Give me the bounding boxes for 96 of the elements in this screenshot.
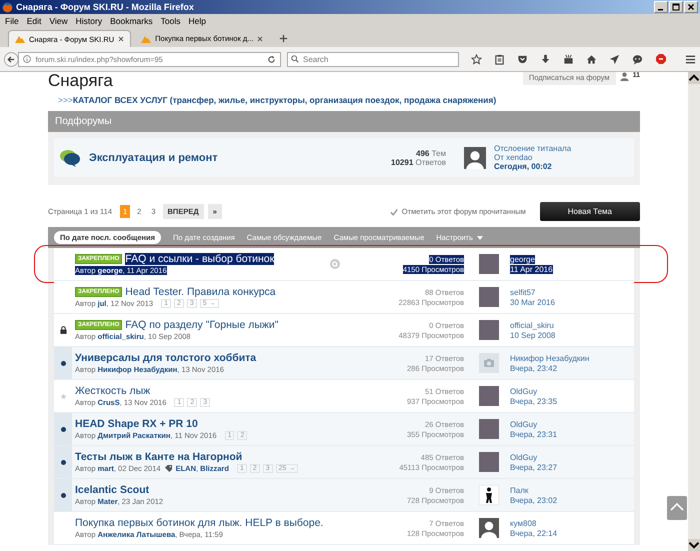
last-post-date[interactable]: Вчера, 22:14 [510, 528, 558, 538]
photo-placeholder [479, 287, 499, 307]
menu-item[interactable]: Edit [26, 16, 42, 26]
last-post-date[interactable]: Вчера, 23:35 [510, 396, 558, 406]
last-topic-link[interactable]: Отслоение титанала [494, 144, 629, 153]
topic-title-link[interactable]: Универсалы для толстого хоббита [75, 352, 256, 364]
speech-bubbles-icon [59, 148, 81, 166]
window-title: Снаряга - Форум SKI.RU - Mozilla Firefox [16, 2, 195, 12]
last-poster-link[interactable]: george [510, 254, 535, 264]
maximize-button[interactable] [669, 1, 683, 13]
last-poster-link[interactable]: кум808 [510, 518, 536, 528]
photo-placeholder [479, 320, 499, 340]
home-icon[interactable] [586, 54, 597, 64]
last-poster-link[interactable]: official_skiru [510, 320, 554, 330]
last-poster-link[interactable]: Палк [510, 486, 528, 494]
topic-title-link[interactable]: FAQ и ссылки - выбор ботинок [125, 253, 274, 265]
last-post-date[interactable]: Вчера, 23:02 [510, 496, 558, 504]
lock-icon [60, 326, 66, 334]
forum-title: Снаряга [48, 72, 114, 90]
topic-count: 496 Тем [416, 148, 446, 158]
camera-avatar-icon [479, 353, 499, 373]
last-post-date[interactable]: Вчера, 23:27 [510, 462, 558, 472]
star-icon [60, 392, 66, 400]
last-poster-link[interactable]: selfit57 [510, 288, 536, 296]
topic-title-link[interactable]: Покупка первых ботинок для лыж. HELP в выборе. [75, 517, 324, 529]
menu-item[interactable]: Help [188, 16, 206, 26]
topic-title-link[interactable]: Тесты лыж в Канте на Нагорной [75, 451, 242, 463]
catalog-link[interactable]: >>>КАТАЛОГ ВСЕХ УСЛУГ (трансфер, жилье, инструкторы, организация поездок, продажа снаряжения) [58, 95, 496, 105]
menu-item[interactable]: Tools [160, 16, 180, 26]
last-poster-link[interactable]: От xendao [494, 153, 629, 162]
close-tab-icon[interactable] [118, 36, 124, 42]
figure-avatar-icon [479, 485, 499, 505]
photo-placeholder [479, 254, 499, 274]
topic-title-link[interactable]: FAQ по разделу "Горные лыжи" [125, 319, 279, 331]
mountain-favicon-icon [15, 35, 25, 43]
topic-title-link[interactable]: Жесткость лыж [75, 385, 150, 397]
avatar-silhouette [464, 146, 486, 168]
last-post-date[interactable]: Вчера, 23:42 [510, 364, 558, 372]
last-poster-link[interactable]: Никифор Незабудкин [510, 354, 590, 362]
unread-dot-icon [60, 360, 66, 366]
topic-title-link[interactable]: Icelantic Scout [75, 484, 150, 496]
reload-icon[interactable] [267, 54, 276, 64]
last-post-date[interactable]: 30 Mar 2016 [510, 298, 555, 306]
tag-icon [164, 465, 172, 472]
photo-placeholder [479, 386, 499, 406]
photo-placeholder [479, 452, 499, 472]
menu-item[interactable]: Bookmarks [110, 16, 153, 26]
unread-dot-icon [60, 460, 66, 464]
panel-header: Подфорумы [48, 111, 640, 132]
menu-item[interactable]: View [49, 16, 68, 26]
scroll-to-top-button[interactable] [667, 496, 687, 520]
last-poster-link[interactable]: OldGuy [510, 386, 538, 396]
info-icon [23, 55, 32, 63]
close-button[interactable] [684, 1, 698, 13]
maximize-icon [672, 3, 680, 11]
paper-plane-icon[interactable] [609, 54, 620, 64]
person-icon [620, 72, 629, 81]
menu-item[interactable]: History [76, 16, 102, 26]
scroll-down-icon[interactable] [688, 539, 700, 551]
close-icon [687, 3, 695, 11]
search-icon [291, 55, 299, 63]
bookmark-star-icon[interactable] [471, 54, 482, 64]
new-topic-button[interactable]: Новая Тема [540, 202, 640, 221]
topic-title-link[interactable]: Head Tester. Правила конкурса [125, 286, 276, 298]
reply-count: 10291 Ответов [391, 158, 446, 166]
search-field[interactable]: Search [287, 52, 459, 66]
mountain-favicon-icon [141, 34, 152, 42]
new-tab-icon[interactable] [279, 34, 288, 43]
pocket-icon[interactable] [517, 54, 528, 64]
unread-dot-icon [60, 492, 66, 498]
unread-dot-icon [60, 426, 66, 432]
chat-bubble-icon[interactable] [632, 54, 643, 64]
menu-icon[interactable] [685, 54, 696, 64]
back-button[interactable] [4, 50, 18, 68]
minimize-button[interactable] [654, 1, 668, 13]
last-post-date[interactable]: Вчера, 23:31 [510, 430, 558, 438]
caret-icon [476, 236, 483, 240]
subforum-link[interactable]: Эксплуатация и ремонт [89, 152, 384, 164]
avatar-silhouette [479, 518, 499, 538]
scroll-up-icon[interactable] [688, 72, 700, 84]
fox-globe-icon [2, 2, 13, 12]
video-icon[interactable] [563, 54, 574, 64]
topic-title-link[interactable]: HEAD Shape RX + PR 10 [75, 418, 198, 430]
close-tab-icon[interactable] [257, 36, 264, 42]
clipboard-icon[interactable] [494, 54, 505, 64]
last-poster-link[interactable]: OldGuy [510, 420, 538, 428]
photo-placeholder [479, 419, 499, 439]
download-icon[interactable] [540, 54, 551, 64]
vertical-scrollbar[interactable] [688, 72, 700, 551]
last-post-date[interactable]: 11 Apr 2016 [510, 264, 553, 274]
last-post-date[interactable]: 10 Sep 2008 [510, 330, 556, 340]
last-poster-link[interactable]: OldGuy [510, 452, 538, 462]
menu-item[interactable]: File [5, 16, 19, 26]
checkmark-icon [390, 208, 398, 216]
stop-sign-icon[interactable] [655, 53, 667, 65]
last-post-date[interactable]: Сегодня, 00:02 [494, 162, 629, 171]
